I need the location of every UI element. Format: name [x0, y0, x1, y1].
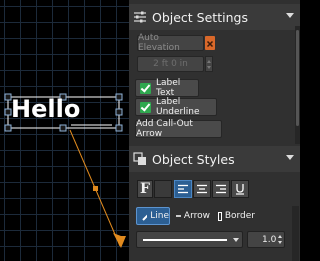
tab-arrow-label: Arrow — [183, 211, 210, 221]
border-box-icon — [218, 211, 222, 221]
font-button[interactable]: F — [137, 180, 153, 198]
settings-scrollbar[interactable] — [295, 26, 300, 144]
object-styles-header[interactable]: Object Styles — [129, 146, 300, 172]
app-window: Hello Object Settings Auto Elevation 2 f… — [0, 0, 300, 261]
elevation-value: 2 ft 0 in — [153, 59, 188, 69]
tab-line-label: Line — [150, 211, 169, 221]
tab-border-label: Border — [224, 211, 255, 221]
label-text-label: Label Text — [156, 78, 181, 98]
tab-border[interactable]: Border — [214, 207, 256, 225]
label-text-toggle[interactable]: Label Text — [135, 78, 199, 98]
align-center-icon — [197, 184, 207, 194]
callout-arrow-midpoint-handle[interactable] — [93, 186, 98, 191]
tab-line[interactable]: Line — [136, 207, 170, 225]
handle-bottom-right[interactable] — [115, 124, 123, 132]
align-center-button[interactable] — [193, 180, 211, 198]
underline-button[interactable] — [231, 180, 249, 198]
text-color-button[interactable] — [154, 180, 172, 198]
handle-middle-right[interactable] — [115, 108, 123, 116]
canvas-label-text[interactable]: Hello — [11, 94, 80, 124]
handle-bottom-middle[interactable] — [59, 124, 67, 132]
sliders-icon — [134, 11, 146, 23]
auto-elevation-button[interactable]: Auto Elevation — [137, 33, 204, 53]
align-left-button[interactable] — [174, 180, 192, 198]
align-right-icon — [216, 184, 226, 194]
stepper-down-icon[interactable] — [278, 241, 282, 244]
collapse-caret-icon[interactable] — [286, 155, 294, 160]
scrollbar-thumb[interactable] — [296, 30, 299, 126]
remove-elevation-button[interactable] — [205, 36, 215, 50]
object-settings-title: Object Settings — [152, 9, 248, 25]
underline-icon — [236, 184, 244, 195]
line-style-dropdown[interactable] — [136, 231, 243, 248]
object-settings-header[interactable]: Object Settings — [129, 4, 300, 30]
stepper-up-icon[interactable] — [278, 235, 282, 238]
tab-arrow[interactable]: Arrow — [171, 207, 211, 225]
close-icon — [206, 40, 214, 48]
align-left-icon — [178, 184, 188, 194]
stepper-down-icon — [207, 66, 211, 69]
label-underline-toggle[interactable]: Label Underline — [135, 97, 217, 117]
elevation-stepper — [205, 56, 213, 72]
styles-scrollbar[interactable] — [292, 206, 299, 261]
canvas-overlay — [4, 93, 126, 248]
elevation-field: 2 ft 0 in — [137, 56, 204, 72]
object-styles-title: Object Styles — [152, 151, 235, 167]
line-style-preview — [143, 238, 239, 242]
add-callout-arrow-label: Add Call-Out Arrow — [136, 119, 193, 139]
checkmark-icon — [140, 101, 151, 113]
auto-elevation-label: Auto Elevation — [138, 33, 180, 53]
styles-icon — [133, 152, 146, 165]
line-width-spinner[interactable]: 1.0 — [247, 231, 285, 248]
stepper-up-icon — [207, 60, 211, 63]
properties-panel: Object Settings Auto Elevation 2 ft 0 in… — [129, 0, 300, 261]
chevron-down-icon — [233, 238, 239, 242]
label-underline-label: Label Underline — [156, 97, 200, 117]
handle-bottom-left[interactable] — [4, 124, 12, 132]
add-callout-arrow-button[interactable]: Add Call-Out Arrow — [135, 119, 222, 139]
handle-top-right[interactable] — [115, 93, 123, 101]
align-right-button[interactable] — [212, 180, 230, 198]
pen-icon — [142, 214, 148, 221]
line-width-value: 1.0 — [262, 235, 277, 245]
collapse-caret-icon[interactable] — [286, 13, 294, 18]
checkmark-icon — [140, 82, 151, 94]
arrow-right-icon — [176, 215, 181, 217]
